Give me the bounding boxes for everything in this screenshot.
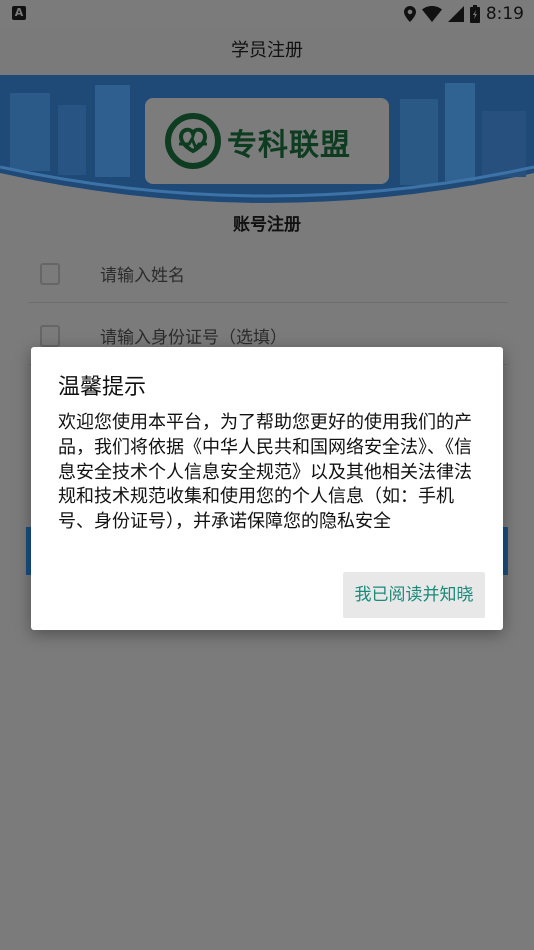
- status-icons: 8:19: [403, 3, 524, 24]
- id-input[interactable]: 请输入身份证号（选填）: [100, 323, 287, 348]
- app-notification-icon: A: [12, 6, 26, 20]
- signal-icon: [447, 5, 464, 22]
- form-title: 账号注册: [233, 215, 301, 235]
- banner: 专科联盟: [0, 75, 534, 205]
- name-row[interactable]: 请输入姓名: [28, 241, 508, 303]
- location-icon: [403, 5, 416, 22]
- logo-text: 专科联盟: [227, 128, 351, 163]
- dialog-title: 温馨提示: [58, 375, 147, 400]
- clock: 8:19: [485, 3, 524, 24]
- status-bar: A 8:19: [0, 0, 534, 27]
- dialog-message: 欢迎您使用本平台，为了帮助您更好的使用我们的产品，我们将依据《中华人民共和国网络…: [58, 412, 472, 533]
- battery-charging-icon: [469, 4, 480, 23]
- logo-card: 专科联盟: [145, 98, 389, 184]
- page-title: 学员注册: [231, 40, 303, 61]
- name-field-icon: [40, 263, 60, 285]
- logo-icon: [165, 113, 221, 169]
- privacy-dialog: 温馨提示 欢迎您使用本平台，为了帮助您更好的使用我们的产品，我们将依据《中华人民…: [31, 347, 503, 630]
- name-input[interactable]: 请输入姓名: [100, 261, 185, 286]
- confirm-read-button[interactable]: 我已阅读并知晓: [343, 572, 485, 618]
- wifi-icon: [421, 5, 442, 22]
- id-field-icon: [40, 325, 60, 347]
- top-app-bar: 学员注册: [0, 27, 534, 75]
